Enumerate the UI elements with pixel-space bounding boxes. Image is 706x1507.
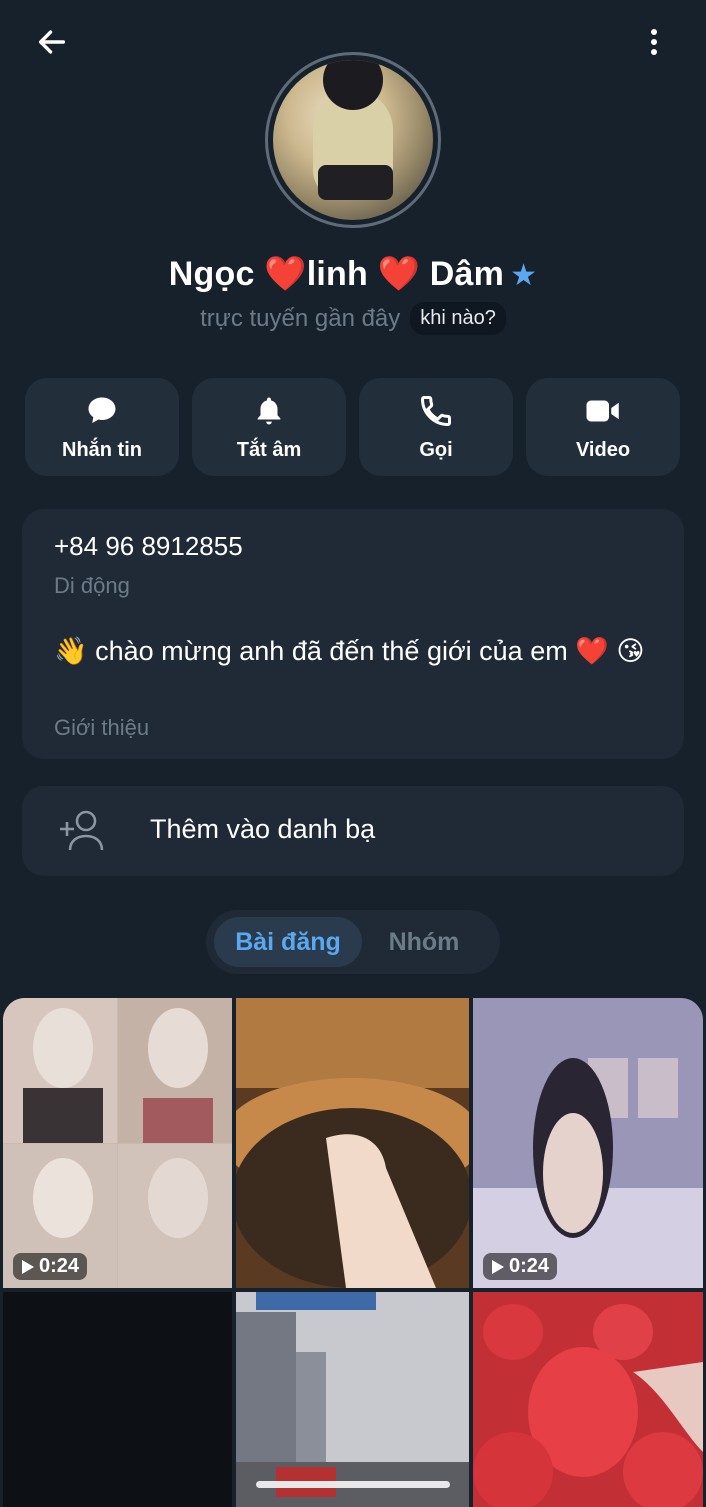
media-grid: 0:24 0:24 [3,998,703,1507]
avatar[interactable] [265,52,441,228]
call-button[interactable]: Gọi [359,378,513,476]
media-item[interactable]: 0:24 [473,998,703,1288]
video-camera-icon [586,400,619,421]
bell-icon [257,397,281,424]
more-options-button[interactable] [632,20,676,64]
arrow-left-icon [38,30,66,54]
message-label: Nhắn tin [62,438,142,461]
add-person-icon [60,810,104,851]
home-indicator[interactable] [256,1481,450,1488]
bio-label: Giới thiệu [54,715,150,740]
phone-icon [420,395,451,426]
media-item[interactable] [236,998,469,1288]
add-contact-button[interactable]: Thêm vào danh bạ [22,786,684,876]
video-label: Video [575,438,631,461]
video-duration: 0:24 [509,1255,550,1277]
info-card: +84 96 8912855 Di động 👋 chào mừng anh đ… [22,509,684,759]
action-buttons: Nhắn tin Tắt âm Gọi Video [25,378,681,476]
bio-text: 👋 chào mừng anh đã đến thế giới của em ❤… [54,636,645,666]
phone-label: Di động [54,573,130,598]
add-contact-label: Thêm vào danh bạ [150,814,376,844]
media-item[interactable] [473,1292,703,1507]
avatar-image [273,60,433,220]
tab-posts[interactable]: Bài đăng [214,917,362,967]
premium-star-icon: ★ [510,259,538,292]
more-vertical-icon [651,29,657,55]
play-icon [492,1259,504,1274]
last-seen-status: trực tuyến gần đây [200,304,401,332]
phone-number[interactable]: +84 96 8912855 [54,531,243,562]
when-chip[interactable]: khi nào? [410,302,506,335]
video-duration-badge: 0:24 [483,1253,558,1280]
play-icon [22,1259,34,1274]
profile-name: Ngọc ❤️linh ❤️ Dâm [168,255,505,293]
message-button[interactable]: Nhắn tin [25,378,179,476]
content-tabs: Bài đăng Nhóm [206,910,500,974]
media-item[interactable]: 0:24 [3,998,232,1288]
tab-groups[interactable]: Nhóm [362,917,486,967]
media-item[interactable] [3,1292,232,1507]
call-label: Gọi [419,438,453,461]
profile-name-row: Ngọc ❤️linh ❤️ Dâm ★ [0,254,706,294]
media-item[interactable] [236,1292,469,1507]
mute-label: Tắt âm [236,438,302,461]
video-button[interactable]: Video [526,378,680,476]
chat-bubble-icon [88,397,116,423]
video-duration: 0:24 [39,1255,80,1277]
mute-button[interactable]: Tắt âm [192,378,346,476]
back-button[interactable] [30,20,74,64]
video-duration-badge: 0:24 [13,1253,88,1280]
status-row: trực tuyến gần đây khi nào? [0,302,706,335]
